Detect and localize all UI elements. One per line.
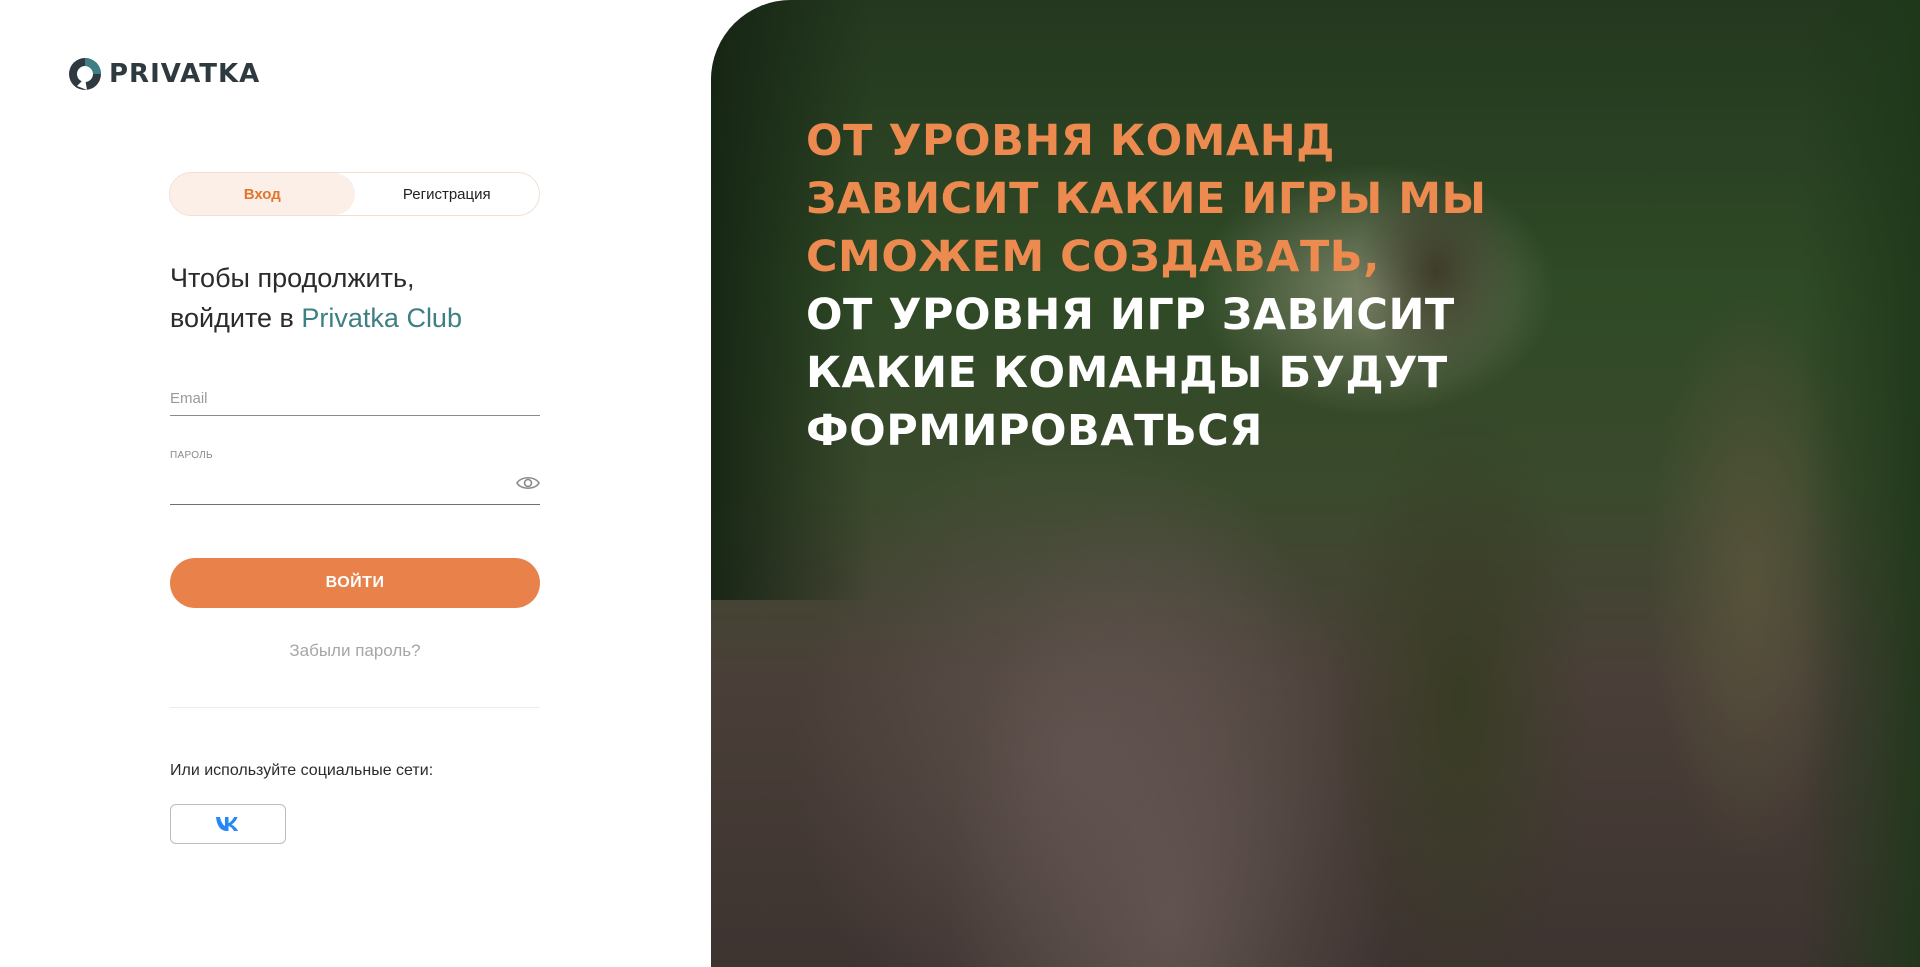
hero-foliage-right xyxy=(1800,0,1920,967)
hero-road xyxy=(791,420,1351,967)
eye-icon[interactable] xyxy=(516,474,540,492)
hero-slogan: ОТ УРОВНЯ КОМАНД ЗАВИСИТ КАКИЕ ИГРЫ МЫ С… xyxy=(806,112,1487,460)
slogan-line: СМОЖЕМ СОЗДАВАТЬ, xyxy=(806,232,1380,282)
slogan-line: КАКИЕ КОМАНДЫ БУДУТ xyxy=(806,348,1448,398)
auth-tabs: Вход Регистрация xyxy=(169,172,540,216)
slogan-line: ОТ УРОВНЯ ИГР ЗАВИСИТ xyxy=(806,290,1455,340)
logo-text: PRIVATKA xyxy=(109,59,261,89)
title-prefix: войдите в xyxy=(170,303,302,333)
login-panel: PRIVATKA Вход Регистрация Чтобы продолжи… xyxy=(0,0,711,967)
social-label: Или используйте социальные сети: xyxy=(170,762,434,779)
password-label: ПАРОЛЬ xyxy=(170,450,213,461)
email-placeholder: Email xyxy=(170,390,208,407)
tab-login[interactable]: Вход xyxy=(170,173,355,215)
login-button[interactable]: ВОЙТИ xyxy=(170,558,540,608)
forgot-password-link[interactable]: Забыли пароль? xyxy=(170,641,540,661)
email-field[interactable]: Email xyxy=(170,384,540,416)
slogan-line: ЗАВИСИТ КАКИЕ ИГРЫ МЫ xyxy=(806,174,1487,224)
hero-image: ОТ УРОВНЯ КОМАНД ЗАВИСИТ КАКИЕ ИГРЫ МЫ С… xyxy=(711,0,1920,967)
title-brand: Privatka Club xyxy=(301,303,462,333)
tab-register[interactable]: Регистрация xyxy=(355,173,540,215)
title-line-2: войдите в Privatka Club xyxy=(170,298,462,338)
slogan-line: ОТ УРОВНЯ КОМАНД xyxy=(806,116,1335,166)
vk-login-button[interactable] xyxy=(170,804,286,844)
logo-mark-icon xyxy=(69,58,101,90)
page-title: Чтобы продолжить, войдите в Privatka Clu… xyxy=(170,258,462,338)
slogan-line: ФОРМИРОВАТЬСЯ xyxy=(806,406,1263,456)
vk-icon xyxy=(216,817,238,831)
logo[interactable]: PRIVATKA xyxy=(67,56,260,92)
divider xyxy=(170,707,540,708)
password-field[interactable]: ПАРОЛЬ xyxy=(170,450,540,505)
title-line-1: Чтобы продолжить, xyxy=(170,263,415,293)
